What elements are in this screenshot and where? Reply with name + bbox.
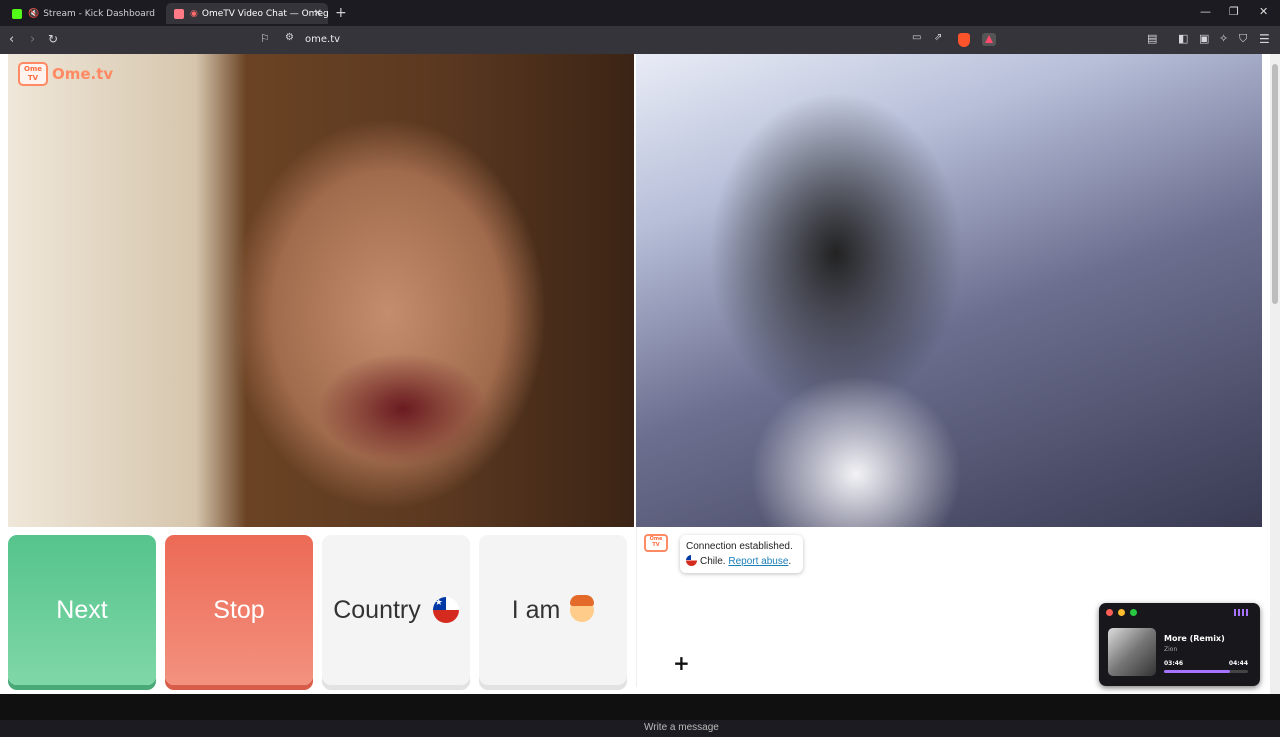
minimize-icon[interactable]: —	[1200, 5, 1211, 18]
restore-icon[interactable]: ❐	[1229, 5, 1239, 18]
ometv-favicon-icon	[174, 8, 184, 19]
tab-bar: 🔇 Stream - Kick Dashboard ◉ OmeTV Video …	[0, 0, 1280, 26]
equalizer-icon	[1234, 609, 1250, 616]
navigation-bar: ‹ › ↻ ⚐ ⚙ ome.tv ▭ ⇗ ▤ ◧ ▣ ✧ ⛉ ☰	[0, 26, 1280, 54]
menu-icon[interactable]: ☰	[1259, 32, 1270, 46]
close-tab-icon[interactable]: ✕	[314, 8, 322, 19]
sidebar-icon[interactable]: ◧	[1178, 32, 1188, 45]
tab-title: Stream - Kick Dashboard	[43, 8, 156, 19]
bookmark-icon[interactable]: ⚐	[260, 32, 270, 45]
tab-search-icon[interactable]: ▤	[1147, 32, 1157, 45]
stranger-video: Ome TV Ome.tv	[8, 54, 634, 527]
recording-icon: ◉	[190, 8, 198, 19]
ometv-logo[interactable]: Ome TV Ome.tv	[18, 62, 113, 86]
next-button[interactable]: Next	[8, 535, 156, 685]
crosshair-cursor-icon: +	[673, 651, 690, 675]
share-icon[interactable]: ⇗	[934, 32, 942, 43]
close-window-icon[interactable]: ✕	[1259, 5, 1268, 18]
chile-flag-icon	[686, 555, 697, 566]
minimize-dot-icon[interactable]	[1118, 609, 1125, 616]
scroll-thumb[interactable]	[1272, 64, 1278, 304]
song-title: More (Remix)	[1164, 634, 1225, 643]
kick-favicon-icon	[12, 8, 22, 19]
cast-icon[interactable]: ▭	[912, 32, 921, 43]
country-name: Chile.	[700, 556, 726, 567]
leo-ai-icon[interactable]: ✧	[1219, 32, 1228, 45]
reload-icon[interactable]: ↻	[48, 32, 58, 46]
tv-logo-icon: Ome TV	[18, 62, 48, 86]
ometv-chat-icon: Ome TV	[644, 534, 668, 552]
vpn-icon[interactable]: ⛉	[1239, 32, 1247, 46]
progress-bar[interactable]	[1164, 670, 1248, 673]
brave-rewards-icon[interactable]	[982, 33, 996, 46]
address-bar[interactable]: ⚐ ⚙ ome.tv ▭ ⇗	[258, 29, 1000, 51]
connection-status: Connection established.	[686, 541, 793, 552]
total-time: 04:44	[1228, 660, 1248, 667]
tab-title: OmeTV Video Chat — Omegl	[201, 8, 328, 19]
system-message: Connection established. Chile. Report ab…	[680, 535, 803, 573]
tab-ometv[interactable]: ◉ OmeTV Video Chat — Omegl ✕	[166, 3, 328, 24]
site-settings-icon[interactable]: ⚙	[285, 32, 294, 43]
back-icon[interactable]: ‹	[9, 32, 14, 47]
music-player-widget[interactable]: More (Remix) Zion 03:46 04:44	[1099, 603, 1260, 686]
close-dot-icon[interactable]	[1106, 609, 1113, 616]
brave-shields-icon[interactable]	[958, 33, 970, 47]
country-button[interactable]: Country	[322, 535, 470, 685]
url-text: ome.tv	[305, 34, 341, 45]
maximize-dot-icon[interactable]	[1130, 609, 1137, 616]
page-scrollbar[interactable]	[1270, 54, 1280, 694]
message-input[interactable]	[637, 717, 1097, 737]
current-time: 03:46	[1164, 660, 1184, 667]
album-cover	[1108, 628, 1156, 676]
stop-button[interactable]: Stop	[165, 535, 313, 685]
gender-button[interactable]: I am	[479, 535, 627, 685]
ometv-page: OmeTV Ome.tv Next Stop Country I am OmeT…	[0, 54, 1270, 737]
new-tab-button[interactable]: +	[335, 5, 347, 21]
muted-speaker-icon[interactable]: 🔇	[28, 9, 39, 19]
progress-fill	[1164, 670, 1231, 673]
self-video	[636, 54, 1262, 527]
report-abuse-link[interactable]: Report abuse	[728, 556, 788, 567]
boy-emoji-icon	[570, 595, 595, 622]
taskbar-strip	[0, 694, 1280, 720]
song-artist: Zion	[1164, 646, 1178, 653]
wallet-icon[interactable]: ▣	[1199, 32, 1209, 45]
forward-icon[interactable]: ›	[30, 32, 35, 47]
chile-flag-icon	[432, 597, 459, 623]
tab-kick-dashboard[interactable]: 🔇 Stream - Kick Dashboard	[4, 3, 164, 24]
